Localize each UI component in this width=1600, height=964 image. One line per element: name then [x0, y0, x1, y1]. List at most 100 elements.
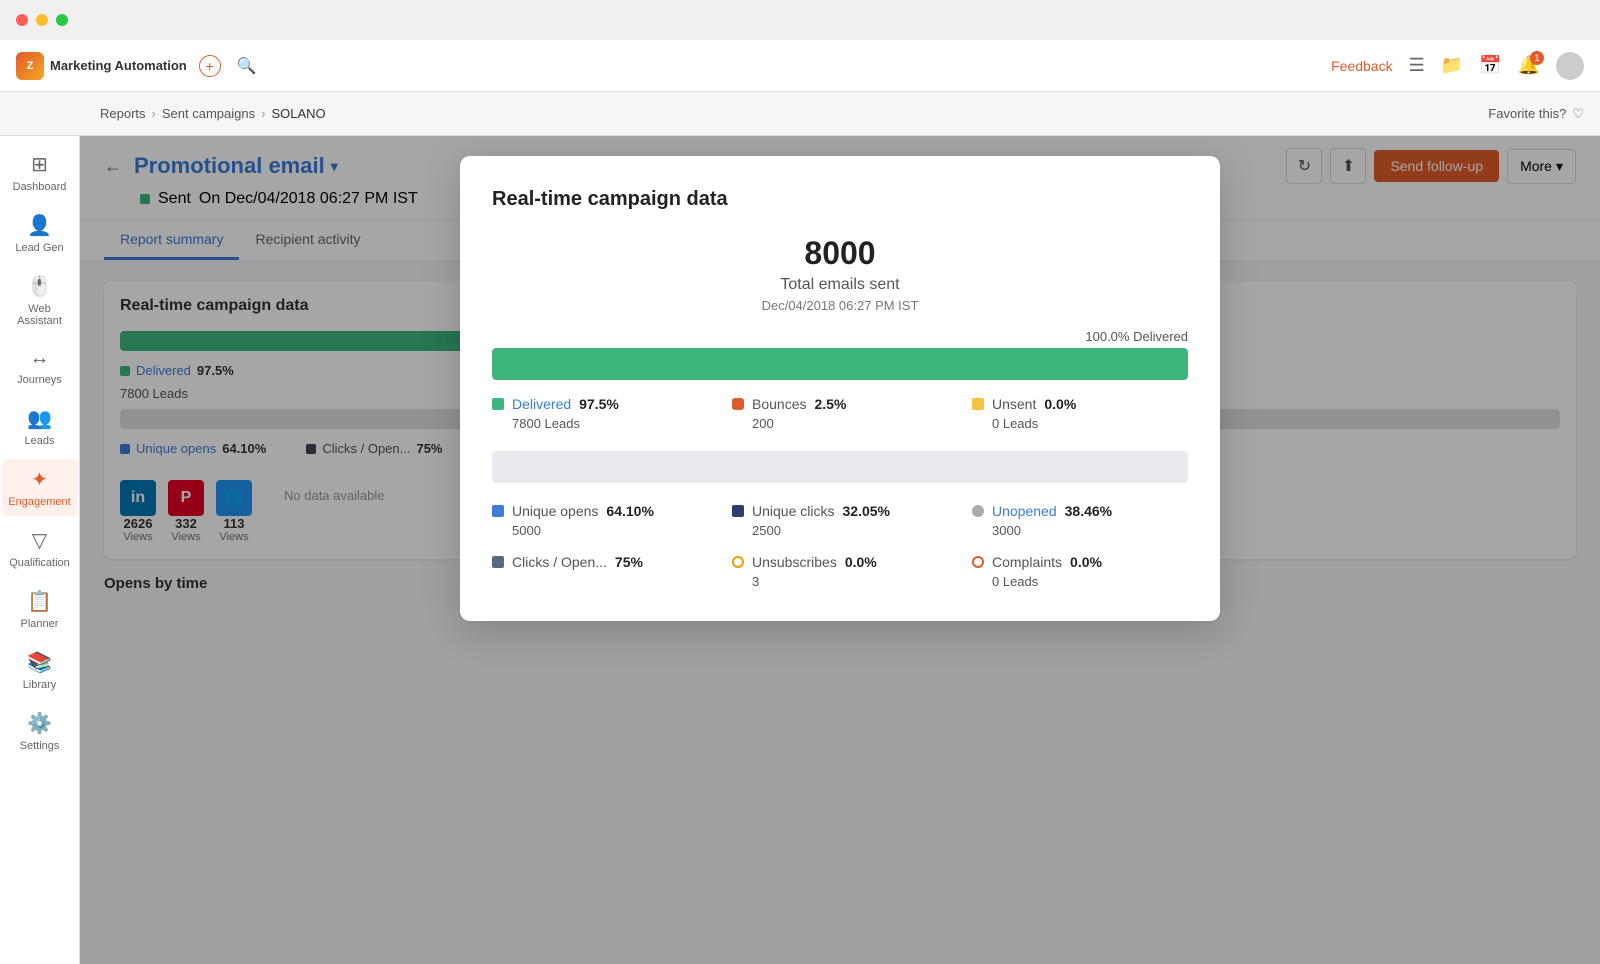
modal-stat-clicks-open: Clicks / Open... 75% — [492, 554, 708, 589]
modal-bar1-inner — [492, 348, 1188, 380]
unopened-modal-pct: 38.46% — [1065, 503, 1112, 519]
unsent-modal-dot — [972, 398, 984, 410]
modal-stat-delivered: Delivered 97.5% 7800 Leads — [492, 396, 708, 431]
bounces-modal-label: Bounces — [752, 396, 806, 412]
favorite-button[interactable]: Favorite this? ♡ — [1488, 106, 1584, 122]
unsubscribes-modal-dot — [732, 556, 744, 568]
unopened-modal-dot — [972, 505, 984, 517]
unsubscribes-modal-label: Unsubscribes — [752, 554, 837, 570]
unopened-modal-value: 3000 — [992, 523, 1188, 538]
sidebar-label-journeys: Journeys — [17, 374, 62, 386]
planner-icon: 📋 — [27, 589, 52, 614]
modal-total-label: Total emails sent — [492, 276, 1188, 294]
modal-title: Real-time campaign data — [492, 188, 1188, 211]
modal-bar2-container — [492, 451, 1188, 483]
modal-stat-unsent-header: Unsent 0.0% — [972, 396, 1188, 412]
logo-icon: Z — [16, 52, 44, 80]
sidebar-item-settings[interactable]: ⚙️ Settings — [2, 703, 78, 760]
unsubscribes-modal-pct: 0.0% — [845, 554, 877, 570]
maximize-dot[interactable] — [56, 14, 68, 26]
avatar[interactable] — [1556, 52, 1584, 80]
leads-icon: 👥 — [27, 406, 52, 431]
library-icon: 📚 — [27, 650, 52, 675]
calendar-icon[interactable]: 📅 — [1479, 55, 1501, 76]
bounces-modal-dot — [732, 398, 744, 410]
unique-clicks-modal-pct: 32.05% — [842, 503, 889, 519]
sidebar-label-dashboard: Dashboard — [13, 181, 67, 193]
sidebar-item-qualification[interactable]: ▽ Qualification — [2, 520, 78, 577]
sidebar-label-library: Library — [23, 679, 57, 691]
qualification-icon: ▽ — [32, 528, 47, 553]
clicks-open-modal-pct: 75% — [615, 554, 643, 570]
modal-stats-grid2: Unique opens 64.10% 5000 Unique clicks 3… — [492, 503, 1188, 589]
sidebar-item-lead-gen[interactable]: 👤 Lead Gen — [2, 205, 78, 262]
modal-stat-unique-opens-header: Unique opens 64.10% — [492, 503, 708, 519]
breadcrumb-current: SOLANO — [271, 106, 325, 121]
complaints-modal-pct: 0.0% — [1070, 554, 1102, 570]
bounces-modal-pct: 2.5% — [814, 396, 846, 412]
sidebar-item-library[interactable]: 📚 Library — [2, 642, 78, 699]
sidebar-label-qualification: Qualification — [9, 557, 70, 569]
sidebar-item-leads[interactable]: 👥 Leads — [2, 398, 78, 455]
breadcrumb-bar: Reports › Sent campaigns › SOLANO Favori… — [0, 92, 1600, 136]
journeys-icon: ↔ — [30, 347, 50, 370]
modal-stat-unopened: Unopened 38.46% 3000 — [972, 503, 1188, 538]
sidebar-label-engagement: Engagement — [8, 496, 70, 508]
modal-stat-unsubscribes-header: Unsubscribes 0.0% — [732, 554, 948, 570]
modal-bar1-outer — [492, 348, 1188, 380]
breadcrumb-sep2: › — [261, 106, 265, 121]
notification-badge: 1 — [1530, 51, 1544, 65]
bounces-modal-value: 200 — [752, 416, 948, 431]
modal-bar2-inner — [492, 451, 1188, 483]
modal-stat-complaints: Complaints 0.0% 0 Leads — [972, 554, 1188, 589]
unopened-modal-label[interactable]: Unopened — [992, 503, 1057, 519]
sidebar-label-lead-gen: Lead Gen — [15, 242, 63, 254]
modal-overlay: Real-time campaign data 8000 Total email… — [80, 136, 1600, 964]
app-name: Marketing Automation — [50, 58, 187, 73]
modal-stat-bounces-header: Bounces 2.5% — [732, 396, 948, 412]
notification-icon[interactable]: 🔔 1 — [1518, 55, 1540, 76]
modal-stats-grid: Delivered 97.5% 7800 Leads Bounces 2.5% … — [492, 396, 1188, 431]
sidebar-item-web-assistant[interactable]: 🖱️ Web Assistant — [2, 266, 78, 335]
modal-stat-complaints-header: Complaints 0.0% — [972, 554, 1188, 570]
modal-stat-unsent: Unsent 0.0% 0 Leads — [972, 396, 1188, 431]
folder-icon[interactable]: 📁 — [1441, 55, 1463, 76]
unique-opens-modal-label: Unique opens — [512, 503, 598, 519]
search-icon[interactable]: 🔍 — [237, 56, 257, 76]
sidebar-label-leads: Leads — [25, 435, 55, 447]
feedback-link[interactable]: Feedback — [1331, 58, 1392, 74]
delivered-modal-label[interactable]: Delivered — [512, 396, 571, 412]
unsent-modal-value: 0 Leads — [992, 416, 1188, 431]
sidebar-item-planner[interactable]: 📋 Planner — [2, 581, 78, 638]
modal-stat-unique-clicks-header: Unique clicks 32.05% — [732, 503, 948, 519]
nav-right: Feedback ☰ 📁 📅 🔔 1 — [1331, 52, 1584, 80]
sidebar-item-engagement[interactable]: ✦ Engagement — [2, 459, 78, 516]
modal-stat-delivered-header: Delivered 97.5% — [492, 396, 708, 412]
sidebar-item-dashboard[interactable]: ⊞ Dashboard — [2, 144, 78, 201]
modal-bar2-outer — [492, 451, 1188, 483]
unique-clicks-modal-dot — [732, 505, 744, 517]
modal-stat-clicks-open-header: Clicks / Open... 75% — [492, 554, 708, 570]
modal-stat-unique-clicks: Unique clicks 32.05% 2500 — [732, 503, 948, 538]
sidebar-item-journeys[interactable]: ↔ Journeys — [2, 339, 78, 394]
unique-opens-modal-value: 5000 — [512, 523, 708, 538]
modal-stat-bounces: Bounces 2.5% 200 — [732, 396, 948, 431]
breadcrumb-sent-campaigns[interactable]: Sent campaigns — [162, 106, 255, 121]
clicks-open-modal-label: Clicks / Open... — [512, 554, 607, 570]
favorite-label: Favorite this? — [1488, 106, 1566, 121]
unique-clicks-modal-label: Unique clicks — [752, 503, 834, 519]
modal-stat-unsubscribes: Unsubscribes 0.0% 3 — [732, 554, 948, 589]
unique-opens-modal-dot — [492, 505, 504, 517]
close-dot[interactable] — [16, 14, 28, 26]
modal-stat-unopened-header: Unopened 38.46% — [972, 503, 1188, 519]
list-icon[interactable]: ☰ — [1409, 55, 1425, 76]
unique-opens-modal-pct: 64.10% — [606, 503, 653, 519]
add-tab-button[interactable]: + — [199, 55, 221, 77]
modal-stat-unique-opens: Unique opens 64.10% 5000 — [492, 503, 708, 538]
breadcrumb-reports[interactable]: Reports — [100, 106, 146, 121]
main-layout: ⊞ Dashboard 👤 Lead Gen 🖱️ Web Assistant … — [0, 136, 1600, 964]
engagement-icon: ✦ — [31, 467, 48, 492]
minimize-dot[interactable] — [36, 14, 48, 26]
topnav: Z Marketing Automation + 🔍 Feedback ☰ 📁 … — [0, 40, 1600, 92]
sidebar-label-settings: Settings — [20, 740, 60, 752]
